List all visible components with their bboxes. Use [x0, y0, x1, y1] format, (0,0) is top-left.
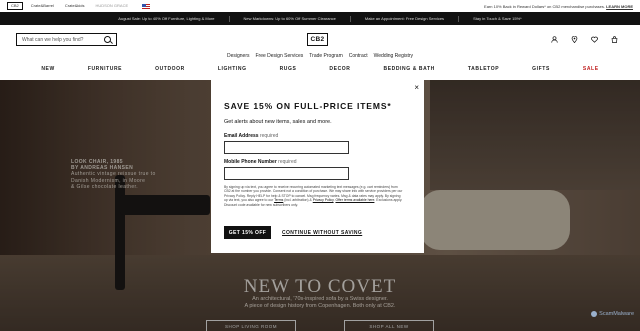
nav-gifts[interactable]: GIFTS — [532, 66, 550, 72]
subnav-trade-program[interactable]: Trade Program — [309, 53, 342, 59]
signup-modal: × SAVE 15% ON FULL-PRICE ITEMS* Get aler… — [211, 79, 424, 253]
promo-item[interactable]: New Markdowns: Up to 60% Off Summer Clea… — [244, 16, 336, 21]
subnav-wedding-registry[interactable]: Wedding Registry — [374, 53, 413, 59]
nav-bedding-bath[interactable]: BEDDING & BATH — [383, 66, 434, 72]
modal-subtitle: Get alerts about new items, sales and mo… — [224, 119, 332, 125]
promo-bar: August Sale: Up to 40% Off Furniture, Li… — [0, 12, 640, 25]
promo-divider — [228, 15, 230, 22]
secondary-nav: Designers Free Design Services Trade Pro… — [0, 53, 640, 59]
email-required: required — [259, 133, 279, 139]
location-icon[interactable] — [571, 36, 578, 43]
legal-text: By signing up via text, you agree to rec… — [224, 185, 404, 207]
watermark: ScamMalware — [591, 311, 634, 317]
subnav-contract[interactable]: Contract — [349, 53, 368, 59]
watermark-text: ScamMalware — [599, 311, 634, 317]
brand-link-hudson-grace[interactable]: HUDSON GRACE — [92, 3, 131, 9]
rewards-message: Earn 10% Back in Reward Dollars* on CB2 … — [484, 3, 605, 9]
header-icons — [551, 36, 618, 43]
brand-link-crate-barrel[interactable]: Crate&Barrel — [28, 3, 57, 9]
promo-item[interactable]: August Sale: Up to 40% Off Furniture, Li… — [118, 16, 214, 21]
phone-field[interactable] — [224, 167, 349, 180]
cart-icon[interactable] — [611, 36, 618, 43]
promo-item[interactable]: Make an Appointment: Free Design Service… — [365, 16, 444, 21]
brand-link-cb2[interactable]: CB2 — [7, 2, 23, 10]
nav-outdoor[interactable]: OUTDOOR — [155, 66, 185, 72]
site-header: What can we help you find? CB2 Designers… — [0, 25, 640, 80]
nav-furniture[interactable]: FURNITURE — [88, 66, 122, 72]
email-label: Email Address required — [224, 133, 278, 139]
promo-divider — [458, 15, 460, 22]
privacy-policy-link[interactable]: Privacy Policy — [313, 198, 334, 202]
terms-link[interactable]: Terms — [274, 198, 283, 202]
cb2-logo[interactable]: CB2 — [307, 33, 328, 46]
nav-lighting[interactable]: LIGHTING — [218, 66, 247, 72]
subnav-designers[interactable]: Designers — [227, 53, 250, 59]
search-input[interactable]: What can we help you find? — [16, 33, 117, 46]
search-icon[interactable] — [104, 36, 111, 43]
promo-item[interactable]: Stay in Touch & Save 15%* — [473, 16, 522, 21]
phone-required: required — [278, 159, 297, 165]
get-discount-button[interactable]: GET 15% OFF — [224, 226, 271, 239]
nav-tabletop[interactable]: TABLETOP — [468, 66, 499, 72]
modal-title: SAVE 15% ON FULL-PRICE ITEMS* — [224, 101, 392, 111]
search-placeholder: What can we help you find? — [22, 36, 84, 43]
promo-divider — [349, 15, 351, 22]
utility-bar: CB2 Crate&Barrel Crate&kids HUDSON GRACE… — [0, 0, 640, 12]
legal-part: (incl. arbitration) & — [283, 198, 313, 203]
watermark-logo-icon — [591, 311, 598, 317]
favorites-icon[interactable] — [591, 36, 598, 43]
main-nav: NEW FURNITURE OUTDOOR LIGHTING RUGS DECO… — [0, 66, 640, 72]
nav-decor[interactable]: DECOR — [329, 66, 350, 72]
close-icon[interactable]: × — [414, 83, 419, 92]
nav-sale[interactable]: SALE — [583, 66, 599, 72]
phone-label-text: Mobile Phone Number — [224, 159, 277, 165]
account-icon[interactable] — [551, 36, 558, 43]
offer-terms-link[interactable]: Offer terms available here — [335, 198, 374, 202]
subnav-design-services[interactable]: Free Design Services — [256, 53, 304, 59]
email-label-text: Email Address — [224, 133, 259, 139]
rewards-text: Earn 10% Back in Reward Dollars* on CB2 … — [484, 4, 633, 9]
nav-rugs[interactable]: RUGS — [280, 66, 297, 72]
nav-new[interactable]: NEW — [41, 66, 54, 72]
email-field[interactable] — [224, 141, 349, 154]
learn-more-link[interactable]: LEARN MORE — [606, 4, 633, 9]
continue-without-saving-link[interactable]: CONTINUE WITHOUT SAVING — [282, 230, 362, 236]
phone-label: Mobile Phone Number required — [224, 159, 297, 165]
us-flag-icon[interactable] — [142, 3, 151, 9]
brand-link-crate-kids[interactable]: Crate&kids — [62, 3, 88, 9]
